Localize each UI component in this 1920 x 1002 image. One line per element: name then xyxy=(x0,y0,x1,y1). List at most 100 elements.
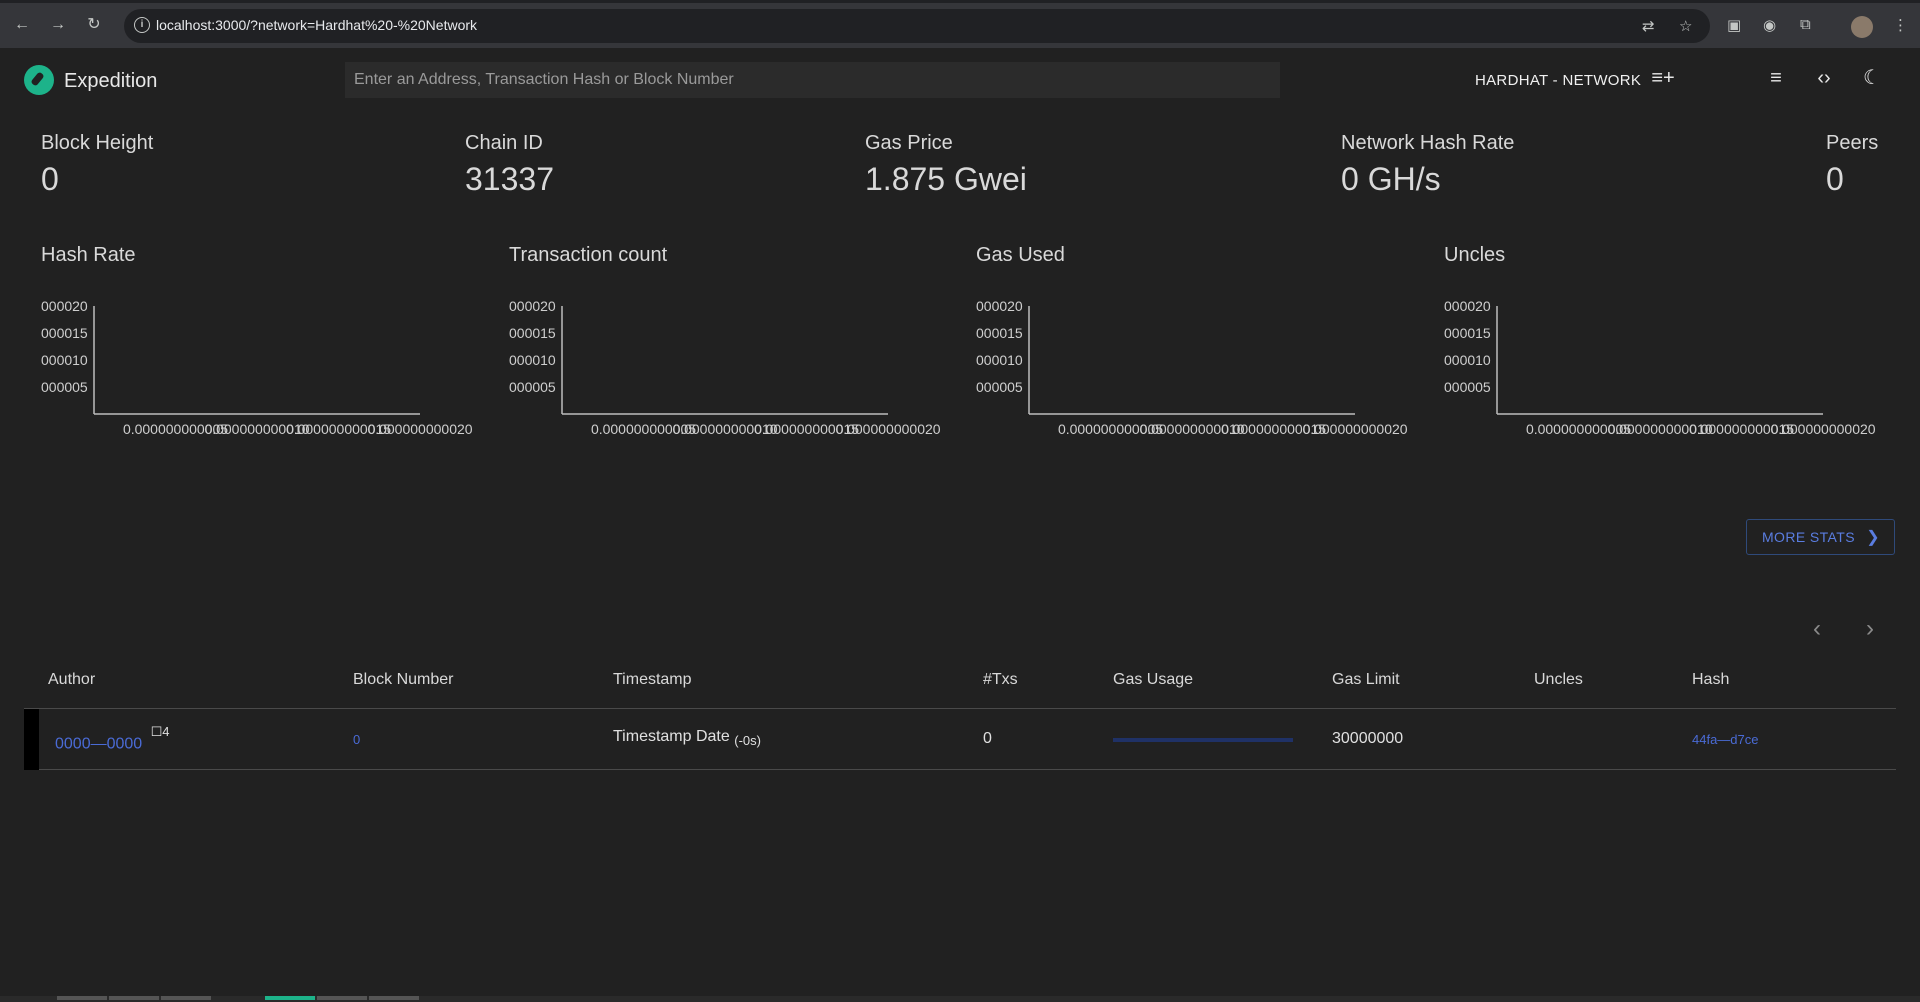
stat-label: Chain ID xyxy=(465,132,543,154)
author-cell: 0000—0000 ☐4 xyxy=(55,724,170,753)
network-selector[interactable]: HARDHAT - NETWORK xyxy=(1475,72,1641,89)
stat-value: 31337 xyxy=(465,161,554,197)
stat-peers: Peers 0 xyxy=(1826,132,1878,198)
more-stats-label: MORE STATS xyxy=(1762,529,1855,545)
y-tick-label: 000010 xyxy=(41,352,88,368)
timestamp-date: Timestamp Date xyxy=(613,728,730,745)
row-marker xyxy=(24,709,39,770)
back-icon[interactable]: ← xyxy=(12,15,32,35)
y-tick-label: 000015 xyxy=(976,325,1023,341)
y-tick-label: 000010 xyxy=(1444,352,1491,368)
stat-label: Peers xyxy=(1826,132,1879,154)
y-tick-label: 000020 xyxy=(1444,298,1491,314)
chart-svg: 0000050000100000150000200.0000000000050.… xyxy=(509,298,941,437)
stat-label: Network Hash Rate xyxy=(1341,132,1515,154)
translate-icon[interactable]: ⇄ xyxy=(1642,17,1655,35)
chart-uncles: Uncles 000005 000010 000015 000020 0.0000000… xyxy=(1444,244,1884,464)
y-tick-label: 000010 xyxy=(509,352,556,368)
chevron-right-icon: ❯ xyxy=(1866,529,1880,546)
txs-count: 0 xyxy=(983,730,992,747)
code-icon[interactable]: ‹› xyxy=(1811,65,1837,91)
header-uncles: Uncles xyxy=(1534,671,1583,688)
address-bar[interactable]: i localhost:3000/?network=Hardhat%20-%20… xyxy=(124,9,1710,43)
extensions-puzzle-icon[interactable]: ⧉ xyxy=(1800,16,1811,33)
gas-limit: 30000000 xyxy=(1332,730,1404,747)
chart-hash-rate: Hash Rate 000005 000010 000015 000020 0.0000… xyxy=(41,244,481,464)
y-tick-label: 000005 xyxy=(1444,379,1491,395)
app-header: Expedition HARDHAT - NETWORK ≡+ ≡ ‹› ☾ xyxy=(0,48,1920,114)
chart-transaction-count: Transaction count 000005 000010 000015 0000… xyxy=(509,244,949,464)
y-tick-label: 000020 xyxy=(41,298,88,314)
gas-usage-bar xyxy=(1113,738,1293,742)
chart-title: Uncles xyxy=(1444,244,1506,266)
notes-icon[interactable]: ≡ xyxy=(1763,65,1789,91)
x-tick-label: 0.000000000020 xyxy=(1770,421,1875,437)
header-gas-limit: Gas Limit xyxy=(1332,671,1400,688)
chrome-menu-icon[interactable]: ⋮ xyxy=(1893,16,1908,34)
author-copy-icon[interactable]: ☐4 xyxy=(151,724,170,739)
blocks-table: Author Block Number Timestamp #Txs Gas U… xyxy=(24,660,1896,770)
timestamp-relative: (-0s) xyxy=(734,733,761,748)
url-text[interactable]: localhost:3000/?network=Hardhat%20-%20Ne… xyxy=(156,17,477,33)
header-gas-usage: Gas Usage xyxy=(1113,671,1194,688)
bookmark-star-icon[interactable]: ☆ xyxy=(1679,17,1692,35)
table-header: Author Block Number Timestamp #Txs Gas U… xyxy=(24,660,1896,709)
stat-block-height: Block Height 0 xyxy=(41,132,153,198)
cast-icon[interactable]: ▣ xyxy=(1727,16,1741,34)
stat-chain-id: Chain ID 31337 xyxy=(465,132,554,198)
y-tick-label: 000015 xyxy=(41,325,88,341)
tab-indicator[interactable] xyxy=(161,996,211,1000)
header-txs: #Txs xyxy=(983,671,1018,688)
y-tick-label: 000015 xyxy=(509,325,556,341)
profile-avatar[interactable] xyxy=(1851,16,1873,38)
header-block-number: Block Number xyxy=(353,671,454,688)
header-hash: Hash xyxy=(1692,671,1730,688)
extension-badge-icon[interactable]: ◉ xyxy=(1763,16,1776,34)
tab-indicator[interactable] xyxy=(109,996,159,1000)
stat-network-hash-rate: Network Hash Rate 0 GH/s xyxy=(1341,132,1514,198)
chart-svg: 0000050000100000150000200.0000000000050.… xyxy=(1444,298,1876,437)
tab-indicator[interactable] xyxy=(317,996,367,1000)
stat-value: 0 xyxy=(1826,161,1844,197)
next-page-icon[interactable]: › xyxy=(1857,614,1883,644)
browser-toolbar: ← → ↻ i localhost:3000/?network=Hardhat%… xyxy=(0,0,1920,48)
block-number-link[interactable]: 0 xyxy=(353,732,360,747)
more-stats-button[interactable]: MORE STATS ❯ xyxy=(1746,519,1895,555)
chart-gas-used: Gas Used 000005 000010 000015 000020 0.00000… xyxy=(976,244,1416,464)
author-link[interactable]: 0000—0000 xyxy=(55,735,142,752)
y-tick-label: 000020 xyxy=(976,298,1023,314)
playlist-add-icon[interactable]: ≡+ xyxy=(1650,65,1676,91)
tab-indicator-active[interactable] xyxy=(265,996,315,1000)
search-input[interactable] xyxy=(345,62,1280,98)
chart-svg: 0000050000100000150000200.0000000000050.… xyxy=(41,298,473,437)
app-title[interactable]: Expedition xyxy=(64,70,157,93)
table-row[interactable]: 0000—0000 ☐4 0 Timestamp Date (-0s) 0 30… xyxy=(24,709,1896,770)
chart-svg: 0000050000100000150000200.0000000000050.… xyxy=(976,298,1408,437)
bottom-tab-strip xyxy=(0,996,1920,1002)
stat-value: 0 xyxy=(41,161,59,197)
compass-logo-icon[interactable] xyxy=(24,65,54,95)
forward-icon[interactable]: → xyxy=(48,15,68,35)
tab-indicator[interactable] xyxy=(57,996,107,1000)
y-tick-label: 000005 xyxy=(509,379,556,395)
y-tick-label: 000010 xyxy=(976,352,1023,368)
y-tick-label: 000015 xyxy=(1444,325,1491,341)
y-tick-label: 000005 xyxy=(41,379,88,395)
site-info-icon[interactable]: i xyxy=(134,17,150,33)
stat-label: Block Height xyxy=(41,132,154,154)
header-author: Author xyxy=(48,671,96,688)
chart-title: Gas Used xyxy=(976,244,1065,266)
tab-indicator[interactable] xyxy=(369,996,419,1000)
timestamp-cell: Timestamp Date (-0s) xyxy=(613,728,761,748)
hash-link[interactable]: 44fa—d7ce xyxy=(1692,732,1759,747)
reload-icon[interactable]: ↻ xyxy=(84,15,104,35)
y-tick-label: 000020 xyxy=(509,298,556,314)
dark-mode-moon-icon[interactable]: ☾ xyxy=(1859,65,1885,91)
stat-gas-price: Gas Price 1.875 Gwei xyxy=(865,132,1027,198)
stat-value: 0 GH/s xyxy=(1341,161,1441,197)
author-suffix: 4 xyxy=(162,724,170,739)
chart-title: Transaction count xyxy=(509,244,668,266)
stat-label: Gas Price xyxy=(865,132,953,154)
header-timestamp: Timestamp xyxy=(613,671,692,688)
previous-page-icon[interactable]: ‹ xyxy=(1804,614,1830,644)
